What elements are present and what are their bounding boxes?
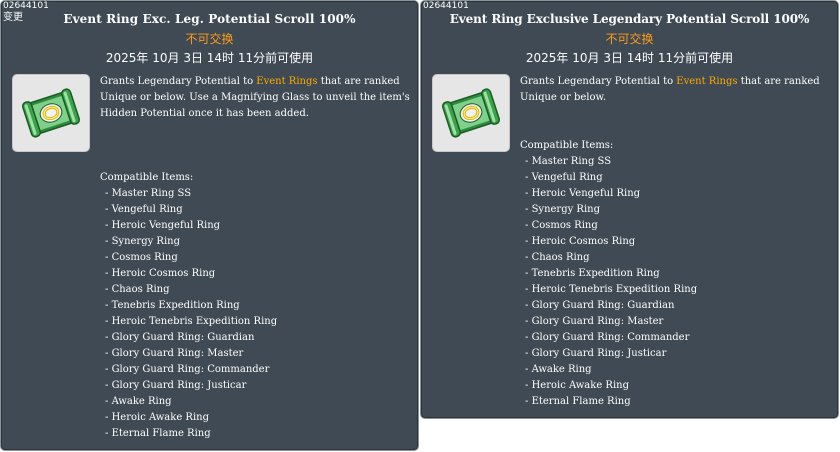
item-tooltip-left: 02644101 变更 Event Ring Exc. Leg. Potenti…	[0, 0, 419, 451]
item-description: Grants Legendary Potential to Event Ring…	[100, 74, 412, 122]
compatible-items-list: Master Ring SSVengeful RingHeroic Vengef…	[520, 154, 698, 410]
item-title: Event Ring Exclusive Legendary Potential…	[449, 12, 810, 26]
expiry-date: 2025年 10月 3日 14时 11分前可使用	[105, 51, 314, 65]
description-text: Grants Legendary Potential to	[100, 76, 257, 87]
compatible-items: Compatible Items: Master Ring SSVengeful…	[100, 170, 277, 442]
compatible-item: Synergy Ring	[100, 234, 277, 250]
compatible-item: Tenebris Expedition Ring	[520, 266, 697, 282]
description-text: Grants Legendary Potential to	[520, 76, 677, 87]
item-title: Event Ring Exc. Leg. Potential Scroll 10…	[63, 12, 356, 26]
compatible-item: Eternal Flame Ring	[100, 426, 277, 442]
compatible-item: Heroic Awake Ring	[520, 378, 697, 394]
compatible-item: Heroic Tenebris Expedition Ring	[520, 282, 698, 298]
compatible-item: Heroic Tenebris Expedition Ring	[100, 314, 278, 330]
compatible-item: Master Ring SS	[520, 154, 697, 170]
compatible-item: Glory Guard Ring: Justicar	[100, 378, 277, 394]
compatible-item: Heroic Cosmos Ring	[100, 266, 277, 282]
compatible-items: Compatible Items: Master Ring SSVengeful…	[520, 138, 697, 410]
compatible-item: Eternal Flame Ring	[520, 394, 697, 410]
compatible-item: Heroic Awake Ring	[100, 410, 277, 426]
compatible-items-header: Compatible Items:	[520, 140, 614, 151]
item-icon-frame	[432, 74, 510, 152]
compatible-items-list: Master Ring SSVengeful RingHeroic Vengef…	[100, 186, 278, 442]
item-description: Grants Legendary Potential to Event Ring…	[520, 74, 832, 106]
compatible-item: Chaos Ring	[100, 282, 277, 298]
compatible-item: Cosmos Ring	[520, 218, 697, 234]
compatible-item: Synergy Ring	[520, 202, 697, 218]
compatible-item: Chaos Ring	[520, 250, 697, 266]
description-highlight: Event Rings	[676, 76, 738, 87]
compatible-item: Glory Guard Ring: Commander	[520, 330, 697, 346]
potential-scroll-icon	[21, 88, 81, 138]
untradeable-label: 不可交换	[605, 32, 654, 46]
potential-scroll-icon	[441, 88, 501, 138]
compatible-item: Glory Guard Ring: Guardian	[100, 330, 277, 346]
compatible-items-header: Compatible Items:	[100, 172, 194, 183]
compatible-item: Tenebris Expedition Ring	[100, 298, 277, 314]
expiry-date: 2025年 10月 3日 14时 11分前可使用	[525, 51, 734, 65]
untradeable-label: 不可交换	[185, 32, 234, 46]
compatible-item: Heroic Vengeful Ring	[520, 186, 697, 202]
compatible-item: Glory Guard Ring: Guardian	[520, 298, 697, 314]
compatible-item: Glory Guard Ring: Commander	[100, 362, 277, 378]
compatible-item: Glory Guard Ring: Justicar	[520, 346, 697, 362]
description-highlight: Event Rings	[256, 76, 318, 87]
compatible-item: Heroic Vengeful Ring	[100, 218, 277, 234]
compatible-item: Cosmos Ring	[100, 250, 277, 266]
compatible-item: Vengeful Ring	[520, 170, 697, 186]
compatible-item: Vengeful Ring	[100, 202, 277, 218]
item-icon-frame	[12, 74, 90, 152]
compatible-item: Awake Ring	[520, 362, 697, 378]
compatible-item: Heroic Cosmos Ring	[520, 234, 697, 250]
compatible-item: Glory Guard Ring: Master	[520, 314, 697, 330]
compatible-item: Glory Guard Ring: Master	[100, 346, 277, 362]
item-tooltip-right: 02644101 Event Ring Exclusive Legendary …	[420, 0, 839, 419]
compatible-item: Master Ring SS	[100, 186, 277, 202]
compatible-item: Awake Ring	[100, 394, 277, 410]
